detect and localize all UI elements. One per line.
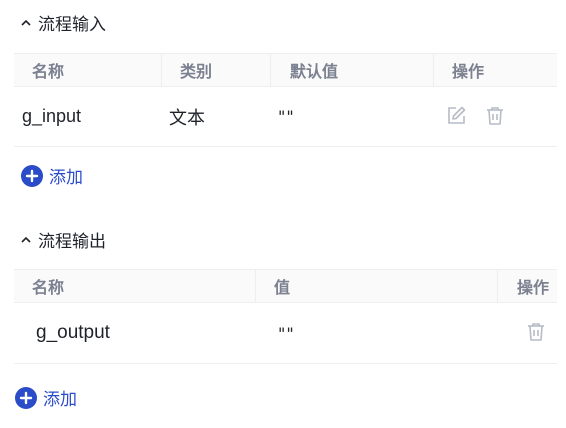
trash-icon[interactable] <box>484 105 506 127</box>
input-section-title: 流程输入 <box>38 15 106 34</box>
trash-icon[interactable] <box>525 321 547 343</box>
caret-up-icon[interactable] <box>20 234 32 246</box>
plus-circle-icon <box>21 164 43 187</box>
column-header-value: 值 <box>255 270 498 302</box>
output-row-value: "" <box>278 323 295 343</box>
output-row-name: g_output <box>36 322 110 343</box>
output-table-row: g_output "" <box>14 303 557 364</box>
input-row-type: 文本 <box>169 107 205 128</box>
add-output-button[interactable]: 添加 <box>15 385 77 410</box>
input-row-name: g_input <box>22 106 82 126</box>
column-header-name: 名称 <box>32 280 65 297</box>
column-header-actions: 操作 <box>433 54 557 86</box>
add-input-label: 添加 <box>49 168 83 187</box>
input-section-header[interactable]: 流程输入 <box>20 10 106 35</box>
output-table-header: 名称 值 操作 <box>14 269 557 303</box>
plus-circle-icon <box>15 386 37 409</box>
column-header-actions: 操作 <box>497 270 557 302</box>
edit-icon[interactable] <box>445 105 467 127</box>
column-header-default: 默认值 <box>270 54 434 86</box>
input-table-row: g_input 文本 "" <box>14 87 557 147</box>
column-header-type: 类别 <box>161 54 271 86</box>
output-section-title: 流程输出 <box>38 232 106 251</box>
output-section-header[interactable]: 流程输出 <box>20 227 106 252</box>
caret-up-icon[interactable] <box>20 17 32 29</box>
input-table-header: 名称 类别 默认值 操作 <box>14 53 557 87</box>
add-output-label: 添加 <box>43 390 77 409</box>
input-row-default: "" <box>278 107 295 126</box>
column-header-name: 名称 <box>32 64 65 81</box>
add-input-button[interactable]: 添加 <box>21 163 83 188</box>
